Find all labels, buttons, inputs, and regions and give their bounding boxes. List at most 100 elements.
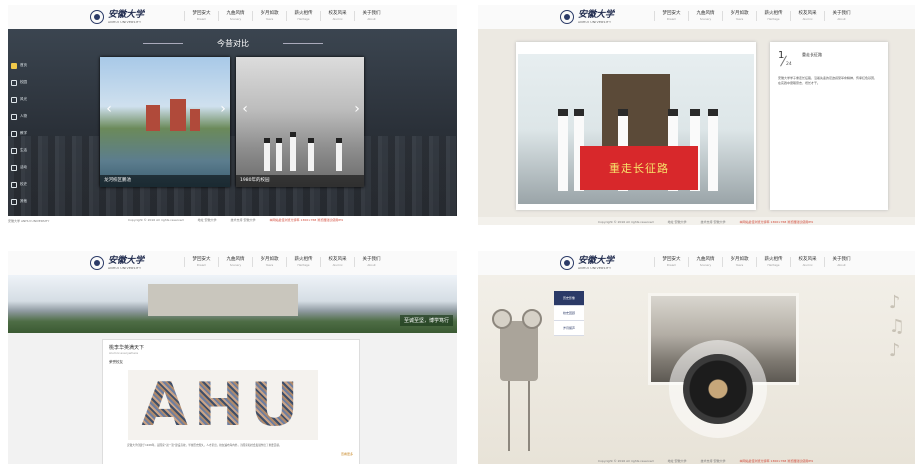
nav-item-dream[interactable]: 梦回安大 Dream [654,11,688,21]
building [190,109,200,131]
person-figure [558,109,568,191]
nav-sublabel: Alumni [332,263,343,267]
nav-item-heritage[interactable]: 薪火相传 Heritage [286,257,320,267]
nav-sublabel: Alumni [802,263,813,267]
footer-contact: 技术支持 安徽大学 [700,219,726,224]
nav-item-dream[interactable]: 梦回安大 Dream [184,257,218,267]
category-icon [11,130,17,137]
university-logo[interactable]: 安徽大学 ANHUI UNIVERSITY [90,254,144,272]
footer: Copyright © 2016 All rights reserved 地址 … [478,218,915,225]
sidebar-item-life[interactable]: 生活 [8,142,38,159]
nav-sublabel: About [837,263,846,267]
footer-address: 地址 安徽大学 [197,217,217,222]
nav-item-years[interactable]: 岁月如歌 Years [252,11,286,21]
history-side-menu: 历史影像 校史回顾 岁月留声 [554,291,584,336]
nav-item-alumni[interactable]: 校友风采 Alumni [320,11,354,21]
nav-sublabel: About [837,17,846,21]
top-navigation: 安徽大学 ANHUI UNIVERSITY 梦回安大 Dream 九曲风情 Scen… [478,251,915,276]
footer-copyright: Copyright © 2016 All rights reserved [598,458,654,463]
person-figure [308,138,314,171]
photo-past-campus[interactable]: 1980年的校园 [236,57,364,187]
sidebar-label: 首页 [20,63,27,67]
photo-mosaic[interactable]: AHU [128,370,318,440]
sidebar-item-teaching[interactable]: 教学 [8,125,38,142]
nav-sublabel: Heritage [297,17,310,21]
nav-item-years[interactable]: 岁月如歌 Years [252,257,286,267]
footer-copyright: Copyright © 2016 All rights reserved [128,217,184,222]
nav-item-scenery[interactable]: 九曲风情 Scenery [688,11,722,21]
nav-item-about[interactable]: 关于我们 About [354,11,388,21]
footer-address: 地址 安徽大学 [667,219,687,224]
nav-item-alumni[interactable]: 校友风采 Alumni [320,257,354,267]
nav-item-alumni[interactable]: 校友风采 Alumni [790,11,824,21]
footer-contact: 技术支持 安徽大学 [230,217,256,222]
nav-sublabel: Scenery [229,263,242,267]
footer-panel1: Copyright © 2016 All rights reserved 地址 … [8,216,457,223]
nav-sublabel: Heritage [767,17,780,21]
category-icon [11,198,17,205]
campus-background [8,29,457,216]
university-logo[interactable]: 安徽大学 ANHUI UNIVERSITY [90,8,144,26]
nav-item-about[interactable]: 关于我们 About [824,11,858,21]
nav-sublabel: Heritage [297,263,310,267]
category-icon [11,96,17,103]
footer-contact: 技术支持 安徽大学 [700,458,726,463]
university-logo[interactable]: 安徽大学 ANHUI UNIVERSITY [560,254,614,272]
nav-item-scenery[interactable]: 九曲风情 Scenery [218,257,252,267]
sidebar-item-people[interactable]: 人物 [8,108,38,125]
logo-name: 安徽大学 [578,9,615,20]
menu-item-history-images[interactable]: 历史影像 [554,291,584,306]
nav-sublabel: Scenery [699,263,712,267]
next-arrow-icon[interactable]: › [352,100,362,118]
nav-item-heritage[interactable]: 薪火相传 Heritage [756,11,790,21]
nav-item-years[interactable]: 岁月如歌 Years [722,257,756,267]
card-text: 安徽大学创建于1928年，是国家“双一流”建设高校，学校历史悠久，人才辈出，校友… [127,444,282,447]
nav-item-scenery[interactable]: 九曲风情 Scenery [218,11,252,21]
city-silhouette [8,136,457,216]
sidebar-item-home[interactable]: 首页 [8,57,38,74]
nav-item-alumni[interactable]: 校友风采 Alumni [790,257,824,267]
nav-item-years[interactable]: 岁月如歌 Years [722,11,756,21]
top-navigation: 安徽大学 ANHUI UNIVERSITY 梦回安大 Dream 九曲风情 Scen… [8,251,457,276]
section-title: 今昔对比 [217,39,249,48]
sidebar-item-scenery[interactable]: 风光 [8,91,38,108]
nav-item-heritage[interactable]: 薪火相传 Heritage [756,257,790,267]
photo-card[interactable]: 重走长征路 [516,42,756,210]
main-building [148,284,298,316]
photo-present-campus[interactable]: 龙河校区鹏池 [100,57,230,187]
menu-item-history-review[interactable]: 校史回顾 [554,306,584,321]
nav-item-about[interactable]: 关于我们 About [354,257,388,267]
logo-name: 安徽大学 [108,255,145,266]
menu-label: 岁月留声 [562,326,575,330]
footer-notice: 本网站最佳浏览分辨率 1366×768 浏览器建议使用IE9 [739,458,813,463]
nav-item-about[interactable]: 关于我们 About [824,257,858,267]
sidebar-item-other[interactable]: 其他 [8,193,38,210]
nav-sublabel: Heritage [767,263,780,267]
sidebar-item-campus[interactable]: 校园 [8,74,38,91]
nav-item-scenery[interactable]: 九曲风情 Scenery [688,257,722,267]
sidebar-item-events[interactable]: 活动 [8,159,38,176]
next-arrow-icon[interactable]: › [218,100,228,118]
prev-arrow-icon[interactable]: ‹ [240,100,250,118]
more-link[interactable]: 查看更多 [341,452,353,456]
sidebar-item-history[interactable]: 校史 [8,176,38,193]
category-icon [11,164,17,171]
screenshot-panel-comparison: 安徽大学 ANHUI UNIVERSITY 梦回安大 Dream 九曲风情 Scen… [8,5,457,216]
sidebar-label: 生活 [20,148,27,152]
person-figure [708,109,718,191]
menu-label: 校史回顾 [562,311,575,315]
nav-item-heritage[interactable]: 薪火相传 Heritage [286,11,320,21]
screenshot-panel-alumni: 安徽大学 ANHUI UNIVERSITY 梦回安大 Dream 九曲风情 Scen… [8,251,457,464]
nav-item-dream[interactable]: 梦回安大 Dream [654,257,688,267]
menu-item-years-voice[interactable]: 岁月留声 [554,321,584,336]
nav-item-dream[interactable]: 梦回安大 Dream [184,11,218,21]
nav-sublabel: Scenery [699,17,712,21]
vinyl-record-player[interactable] [683,354,753,424]
university-logo[interactable]: 安徽大学 ANHUI UNIVERSITY [560,8,614,26]
footer-notice: 本网站最佳浏览分辨率 1366×768 浏览器建议使用IE9 [739,219,813,224]
logo-subtitle: ANHUI UNIVERSITY [578,265,612,270]
footer: Copyright © 2016 All rights reserved 地址 … [478,457,915,464]
nav-sublabel: Dream [666,263,677,267]
nav-sublabel: Alumni [332,17,343,21]
prev-arrow-icon[interactable]: ‹ [104,100,114,118]
